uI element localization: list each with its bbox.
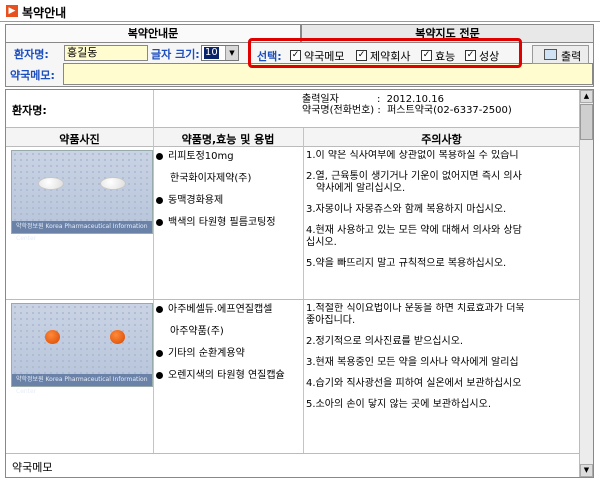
checkbox-manufacturer[interactable]: ✓ (356, 50, 367, 61)
pill-image (38, 177, 64, 190)
pill-image (100, 177, 126, 190)
window-title: 복약안내 (22, 6, 67, 20)
bullet-icon (156, 349, 163, 357)
bullet-icon (156, 218, 163, 226)
doc-patient-label: 환자명: (12, 104, 47, 117)
caution-line: 3.현재 복용중인 모든 약을 의사나 약사에게 알리십 (306, 357, 519, 368)
column-header-photo: 약품사진 (59, 133, 100, 146)
select-label: 선택: (257, 50, 282, 63)
caution-line: 2.정기적으로 의사진료를 받으십시오. (306, 336, 464, 347)
caution-line: 약사에게 알리십시오. (316, 183, 406, 194)
drug-name: 리피토정10mg (168, 151, 234, 162)
caution-line: 2.열, 근육통이 생기거나 기운이 없어지면 즉시 의사 (306, 171, 522, 182)
patient-name-input[interactable]: 홍길동 (64, 45, 148, 61)
drug-photo-2: 약학정보원 Korea Pharmaceutical Information C… (11, 303, 153, 395)
drug-company: 한국화이자제약(주) (170, 173, 252, 184)
font-size-select[interactable]: 10 ▼ (201, 45, 239, 61)
bullet-icon (156, 371, 163, 379)
checkbox-manufacturer-label: 제약회사 (370, 50, 411, 63)
scroll-up-icon[interactable]: ▲ (580, 90, 593, 103)
bullet-icon (156, 305, 163, 313)
vertical-scrollbar[interactable]: ▲ ▼ (579, 90, 593, 477)
pharmacy-memo-label: 약국메모: (10, 69, 55, 82)
caution-line: 5.소아의 손이 닿지 않는 곳에 보관하십시오. (306, 399, 492, 410)
title-bar: ▶ 복약안내 (0, 0, 600, 22)
caution-line: 3.자몽이나 자몽쥬스와 함께 복용하지 마십시오. (306, 204, 507, 215)
document-view[interactable]: 환자명: 출력일자 : 2012.10.16 약국명(전화번호) : 퍼스트약국… (5, 89, 594, 478)
print-button-label: 출력 (561, 50, 582, 63)
drug-info-2: 아주베셀듀.에프연질캡셀 아주약품(주) 기타의 순환계용약 오렌지색의 타원형… (156, 303, 301, 383)
checkbox-appearance[interactable]: ✓ (465, 50, 476, 61)
drug-efficacy: 기타의 순환계용약 (168, 348, 245, 359)
checkbox-efficacy-label: 효능 (435, 50, 456, 63)
photo-background (12, 151, 152, 223)
font-size-label: 글자 크기: (151, 48, 200, 61)
caution-line: 4.습기와 직사광선을 피하여 실온에서 보관하십시오 (306, 378, 522, 389)
caution-line: 4.현재 사용하고 있는 모든 약에 대해서 의사와 상담 (306, 225, 522, 236)
checkbox-efficacy[interactable]: ✓ (421, 50, 432, 61)
drug-info-1: 리피토정10mg 한국화이자제약(주) 동맥경화용제 백색의 타원형 필름코팅정 (156, 150, 301, 230)
font-size-value: 10 (204, 47, 219, 59)
drug-company: 아주약품(주) (170, 326, 224, 337)
bullet-icon (156, 152, 163, 160)
checkbox-appearance-label: 성상 (479, 50, 500, 63)
scroll-thumb[interactable] (580, 104, 593, 140)
arrow-right-icon: ▶ (6, 5, 18, 17)
pill-image (110, 330, 125, 344)
drug-cautions-1: 1.이 약은 식사여부에 상관없이 복용하실 수 있습니 2.열, 근육통이 생… (306, 150, 578, 279)
printer-icon (544, 49, 557, 60)
caution-line: 5.약을 빠뜨리지 말고 규칙적으로 복용하십시오. (306, 258, 507, 269)
drug-cautions-2: 1.적절한 식이요법이나 운동을 하면 치료효과가 더욱 좋아집니다. 2.정기… (306, 303, 578, 420)
column-header-name: 약품명,효능 및 용법 (181, 133, 275, 146)
checkbox-pharmacy-memo[interactable]: ✓ (290, 50, 301, 61)
caution-line: 좋아집니다. (306, 315, 356, 326)
photo-caption: 약학정보원 Korea Pharmaceutical Information C… (12, 374, 152, 395)
caution-line: 십시오. (306, 237, 337, 248)
photo-caption: 약학정보원 Korea Pharmaceutical Information C… (12, 221, 152, 242)
drug-name: 아주베셀듀.에프연질캡셀 (168, 304, 273, 315)
bullet-icon (156, 196, 163, 204)
caution-line: 1.이 약은 식사여부에 상관없이 복용하실 수 있습니 (306, 150, 519, 161)
print-button[interactable]: 출력 (532, 45, 589, 64)
caution-line: 1.적절한 식이요법이나 운동을 하면 치료효과가 더욱 (306, 303, 525, 314)
column-header-caution: 주의사항 (421, 133, 462, 146)
drug-shape: 오렌지색의 타원형 연질캡슐 (168, 370, 285, 381)
photo-background (12, 304, 152, 376)
drug-efficacy: 동맥경화용제 (168, 195, 224, 206)
scroll-down-icon[interactable]: ▼ (580, 464, 593, 477)
drug-shape: 백색의 타원형 필름코팅정 (168, 217, 276, 228)
pill-image (45, 330, 60, 344)
doc-memo-label: 약국메모 (12, 461, 53, 474)
chevron-down-icon[interactable]: ▼ (225, 46, 238, 60)
drug-photo-1: 약학정보원 Korea Pharmaceutical Information C… (11, 150, 153, 242)
checkbox-pharmacy-memo-label: 약국메모 (304, 50, 345, 63)
pharmacy-line: 약국명(전화번호) : 퍼스트약국(02-6337-2500) (302, 105, 512, 116)
patient-name-label: 환자명: (14, 48, 49, 61)
